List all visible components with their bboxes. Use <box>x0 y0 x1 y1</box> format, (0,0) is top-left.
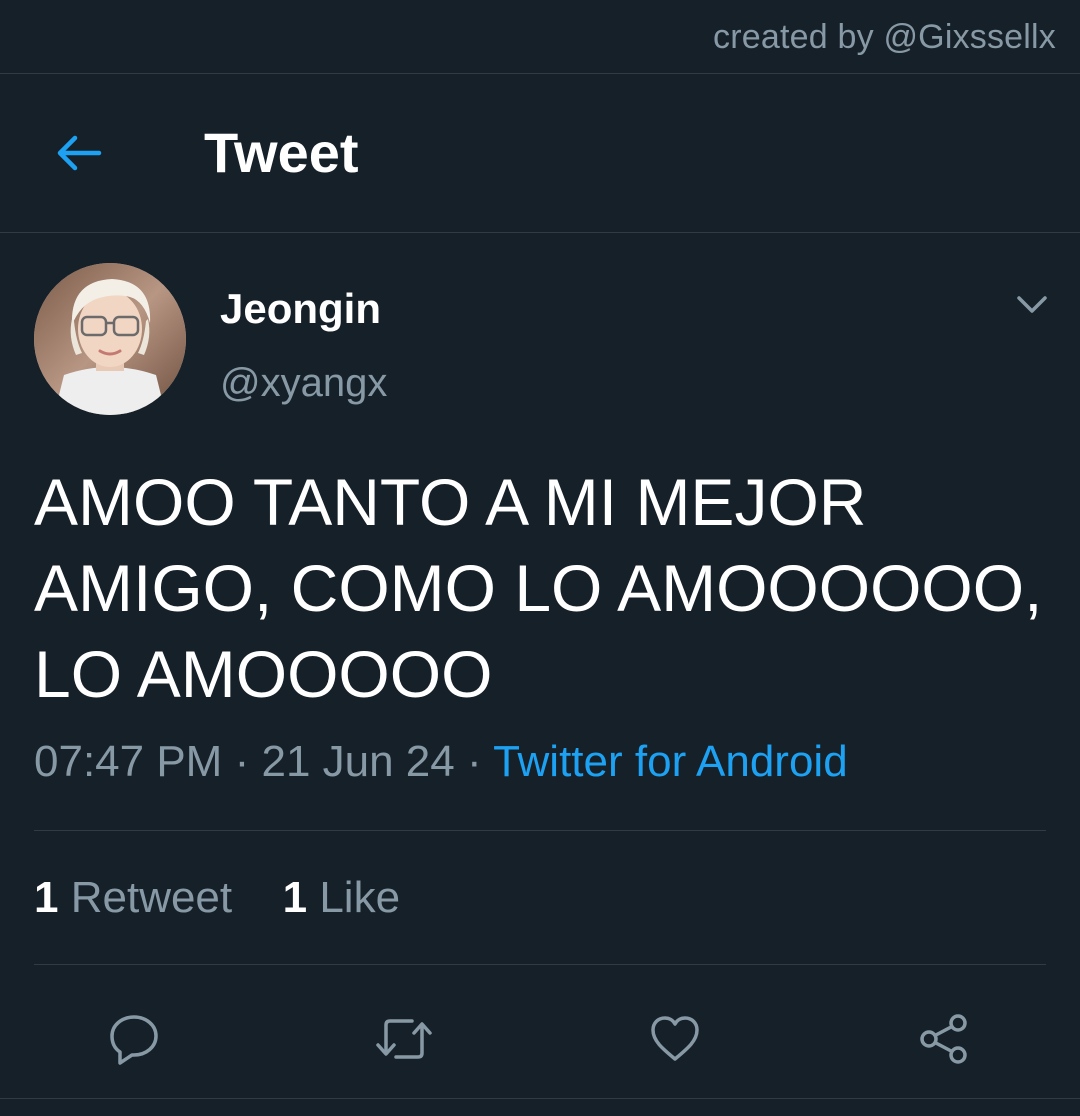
credit-text: created by @Gixssellx <box>713 18 1056 56</box>
divider <box>0 1098 1080 1099</box>
share-icon <box>920 1014 967 1064</box>
avatar-image <box>34 263 186 415</box>
reply-button[interactable] <box>94 999 174 1079</box>
tweet-menu-button[interactable] <box>1010 287 1054 321</box>
tweet-text: AMOO TANTO A MI MEJOR AMIGO, COMO LO AMO… <box>34 465 1043 711</box>
retweet-count: 1 <box>34 873 59 922</box>
tweet-source-link[interactable]: Twitter for Android <box>493 737 848 786</box>
retweet-label: Retweet <box>70 873 233 922</box>
divider <box>34 964 1046 965</box>
divider <box>34 830 1046 831</box>
meta-separator: · <box>234 737 250 786</box>
like-label: Like <box>319 873 401 922</box>
avatar[interactable] <box>34 263 186 415</box>
retweets-stat[interactable]: 1 Retweet <box>34 873 244 922</box>
reply-icon <box>110 1015 158 1065</box>
user-handle[interactable]: @xyangx <box>220 361 387 406</box>
tweet-screen: created by @Gixssellx Tweet Jeongin @xya… <box>0 0 1080 1116</box>
like-count: 1 <box>282 873 308 922</box>
tweet-time: 07:47 PM <box>34 737 223 786</box>
tweet-actions <box>0 999 1080 1099</box>
retweet-button[interactable] <box>364 999 444 1079</box>
tweet-stats: 1 Retweet 1 Like <box>34 873 400 923</box>
arrow-left-icon <box>57 135 102 171</box>
header: Tweet <box>0 74 1080 233</box>
heart-icon <box>651 1016 699 1061</box>
share-button[interactable] <box>904 999 984 1079</box>
credit-bar: created by @Gixssellx <box>0 0 1080 74</box>
tweet-meta: 07:47 PM · 21 Jun 24 · Twitter for Andro… <box>34 737 848 787</box>
chevron-down-icon <box>1017 296 1047 313</box>
retweet-icon <box>376 1019 432 1059</box>
like-button[interactable] <box>635 999 715 1079</box>
page-title: Tweet <box>204 121 359 184</box>
back-button[interactable] <box>48 128 108 178</box>
tweet: Jeongin @xyangx AMOO TANTO A MI MEJOR AM… <box>0 233 1080 1116</box>
meta-separator: · <box>466 737 482 786</box>
likes-stat[interactable]: 1 Like <box>283 873 400 922</box>
display-name[interactable]: Jeongin <box>220 285 381 333</box>
tweet-date: 21 Jun 24 <box>261 737 455 786</box>
